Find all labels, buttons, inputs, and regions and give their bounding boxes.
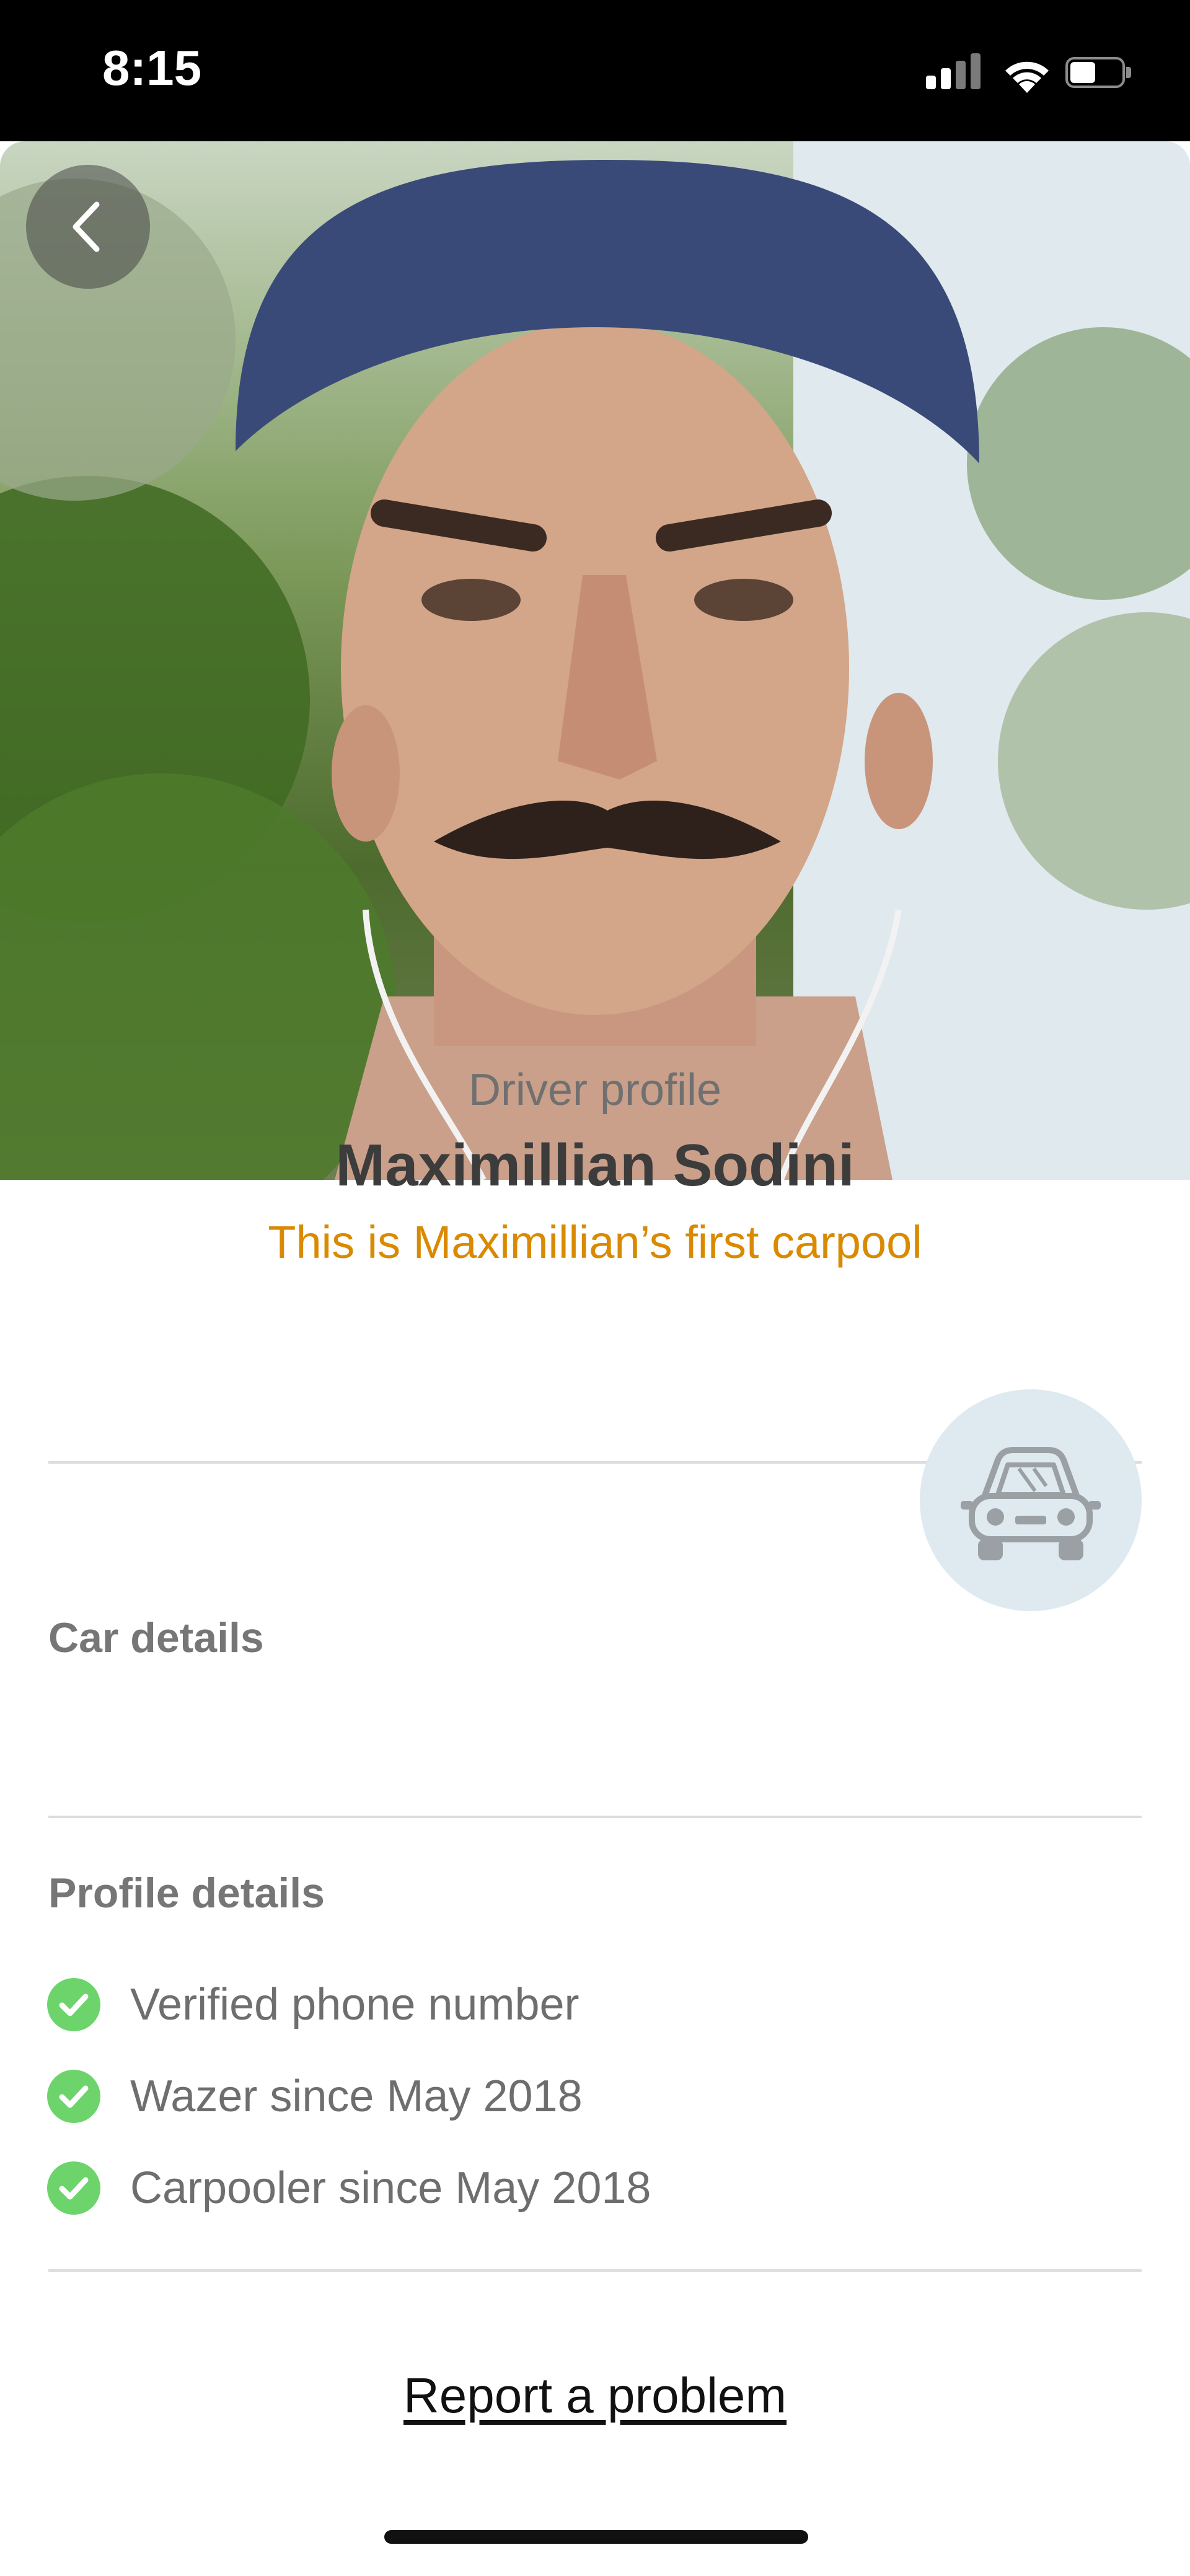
divider: [48, 1816, 1142, 1818]
check-circle-icon: [47, 2161, 100, 2215]
profile-details-label: Profile details: [48, 1870, 325, 1917]
profile-detail-text: Wazer since May 2018: [130, 2072, 583, 2121]
car-details-label: Car details: [48, 1614, 264, 1661]
page-subtitle: Driver profile: [468, 1065, 722, 1115]
profile-detail-item: Carpooler since May 2018: [47, 2160, 1101, 2216]
profile-detail-item: Verified phone number: [47, 1977, 1101, 2033]
first-carpool-notice: This is Maximillian’s first carpool: [268, 1216, 922, 1268]
profile-detail-text: Carpooler since May 2018: [130, 2163, 651, 2213]
wifi-icon: [1005, 61, 1049, 93]
profile-detail-text: Verified phone number: [130, 1980, 580, 2029]
report-problem-link[interactable]: Report a problem: [0, 2367, 1190, 2424]
cellular-signal-icon: [926, 52, 988, 95]
driver-name: Maximillian Sodini: [335, 1132, 855, 1198]
car-icon: [961, 1447, 1101, 1560]
battery-icon: [1065, 57, 1132, 90]
car-image-placeholder: [920, 1389, 1142, 1611]
status-bar: 8:15: [0, 0, 1190, 141]
check-circle-icon: [47, 1978, 100, 2031]
status-time: 8:15: [102, 40, 202, 95]
divider: [48, 2269, 1142, 2272]
driver-photo-illustration: [0, 141, 1190, 1180]
chevron-left-icon: [73, 201, 100, 252]
profile-detail-item: Wazer since May 2018: [47, 2068, 1101, 2124]
status-icons: [926, 52, 1143, 95]
back-button[interactable]: [26, 165, 150, 289]
check-circle-icon: [47, 2070, 100, 2123]
home-indicator[interactable]: [384, 2530, 808, 2544]
driver-photo: [0, 141, 1190, 1180]
